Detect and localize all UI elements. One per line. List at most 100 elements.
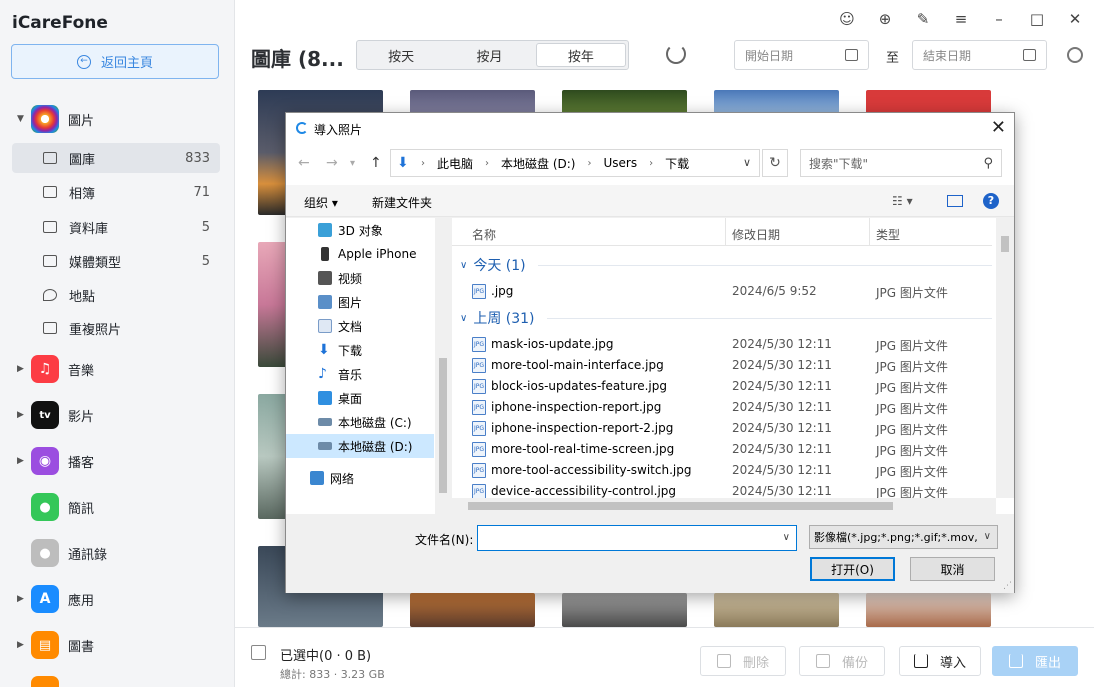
photo-thumbnail[interactable] [714,593,839,627]
help-icon[interactable]: ? [983,193,999,209]
backup-button[interactable]: 備份 [799,646,885,676]
chevron-down-icon[interactable]: ∨ [783,532,790,543]
sidebar-item-albums[interactable]: 相簿 71 [12,177,220,207]
segment-by-year[interactable]: 按年 [535,43,626,67]
nav-item-disk-c[interactable]: 本地磁盘 (C:) [286,410,436,434]
history-dropdown-icon[interactable]: ▾ [350,158,355,169]
scrollbar-thumb[interactable] [468,502,893,510]
refresh-icon[interactable]: ↻ [762,149,788,177]
file-row[interactable]: JPG more-tool-accessibility-switch.jpg 2… [472,460,992,481]
segment-by-day[interactable]: 按天 [357,41,445,69]
sidebar-item-media-types[interactable]: 媒體類型 5 [12,246,220,276]
filename-input[interactable]: ∨ [477,525,797,551]
nav-item-videos[interactable]: 视频 [286,266,436,290]
organize-menu[interactable]: 组织 ▾ [304,194,338,211]
import-button[interactable]: 導入 [899,646,981,676]
address-bar[interactable]: ⬇ › 此电脑 › 本地磁盘 (D:) › Users › 下载 ∨ [390,149,760,177]
nav-item-3d-objects[interactable]: 3D 对象 [286,218,436,242]
sidebar-section-apps[interactable]: ▶ A 應用 [0,584,235,614]
file-row[interactable]: JPG more-tool-real-time-screen.jpg 2024/… [472,439,992,460]
select-all-checkbox[interactable] [251,645,266,660]
sidebar-item-duplicates[interactable]: 重複照片 [12,313,220,343]
breadcrumb-downloads[interactable]: 下载 [665,155,689,172]
dialog-close-icon[interactable]: ✕ [991,117,1006,138]
gear-icon[interactable] [1067,47,1083,63]
nav-item-documents[interactable]: 文档 [286,314,436,338]
download-icon[interactable]: ⊕ [866,10,904,28]
nav-pane-scrollbar[interactable] [435,218,451,514]
start-date-field[interactable]: 開始日期 [734,40,869,70]
sidebar-section-videos[interactable]: ▶ tv 影片 [0,400,235,430]
home-button[interactable]: ← 返回主頁 [11,44,219,79]
chevron-down-icon[interactable]: ∨ [984,531,991,542]
menu-icon[interactable]: ≡ [942,10,980,28]
nav-item-disk-d[interactable]: 本地磁盘 (D:) [286,434,434,458]
sidebar-section-contacts[interactable]: ● 通訊錄 [0,538,235,568]
calendar-icon[interactable] [1023,49,1036,61]
file-list-horizontal-scrollbar[interactable] [452,498,996,514]
resize-grip-icon[interactable]: ⋰ [1003,581,1012,591]
close-icon[interactable]: ✕ [1056,10,1094,28]
search-icon[interactable]: ⚲ [983,156,993,171]
sidebar-item-library[interactable]: 圖庫 833 [12,143,220,173]
sidebar-item-database[interactable]: 資料庫 5 [12,212,220,242]
file-row[interactable]: JPG more-tool-main-interface.jpg 2024/5/… [472,355,992,376]
sidebar-item-places[interactable]: 地點 [12,280,220,310]
nav-item-iphone[interactable]: Apple iPhone [286,242,436,266]
photo-thumbnail[interactable] [410,593,535,627]
maximize-icon[interactable]: □ [1018,10,1056,28]
breadcrumb-separator-icon[interactable]: › [587,158,591,169]
nav-item-desktop[interactable]: 桌面 [286,386,436,410]
sidebar-section-music[interactable]: ▶ ♫ 音樂 [0,354,235,384]
sidebar-section-more[interactable] [0,676,235,687]
refresh-icon[interactable] [666,44,686,64]
preview-pane-icon[interactable] [947,195,963,207]
breadcrumb-this-pc[interactable]: 此电脑 [437,155,473,172]
nav-item-network[interactable]: 网络 [286,466,436,490]
search-input[interactable]: 搜索"下载" ⚲ [800,149,1002,177]
segment-by-month[interactable]: 按月 [445,41,533,69]
nav-item-pictures[interactable]: 图片 [286,290,436,314]
file-row[interactable]: JPG block-ios-updates-feature.jpg 2024/5… [472,376,992,397]
scrollbar-thumb[interactable] [439,358,447,493]
file-group-last-week[interactable]: ∨ 上周 (31) [460,308,992,328]
photo-thumbnail[interactable] [562,593,687,627]
breadcrumb-separator-icon[interactable]: › [485,158,489,169]
breadcrumb-users[interactable]: Users [603,156,637,170]
cancel-button[interactable]: 取消 [910,557,995,581]
end-date-field[interactable]: 結束日期 [912,40,1047,70]
feedback-icon[interactable]: ✎ [904,10,942,28]
chevron-down-icon[interactable]: ∨ [743,156,751,169]
column-header-date[interactable]: 修改日期 [732,226,780,243]
file-row[interactable]: JPG iphone-inspection-report-2.jpg 2024/… [472,418,992,439]
scrollbar-thumb[interactable] [1001,236,1009,252]
file-group-today[interactable]: ∨ 今天 (1) [460,255,992,275]
forward-arrow-icon[interactable]: → [326,155,338,171]
up-arrow-icon[interactable]: ↑ [370,155,382,171]
nav-item-downloads[interactable]: ⬇ 下载 [286,338,436,362]
column-divider[interactable] [725,218,726,246]
sidebar-section-podcasts[interactable]: ▶ ◉ 播客 [0,446,235,476]
open-button[interactable]: 打开(O) [810,557,895,581]
column-divider[interactable] [869,218,870,246]
minimize-icon[interactable]: – [980,10,1018,28]
user-icon[interactable]: ☺ [828,10,866,28]
calendar-icon[interactable] [845,49,858,61]
file-row[interactable]: JPG .jpg 2024/6/5 9:52 JPG 图片文件 [472,281,992,302]
file-row[interactable]: JPG iphone-inspection-report.jpg 2024/5/… [472,397,992,418]
sidebar-section-messages[interactable]: ● 簡訊 [0,492,235,522]
breadcrumb-separator-icon[interactable]: › [649,158,653,169]
view-options-icon[interactable]: ☷ ▾ [892,194,913,208]
export-button[interactable]: 匯出 [992,646,1078,676]
sidebar-section-books[interactable]: ▶ ▤ 圖書 [0,630,235,660]
column-header-type[interactable]: 类型 [876,226,900,243]
file-row[interactable]: JPG device-accessibility-control.jpg 202… [472,481,992,498]
file-type-select[interactable]: 影像檔(*.jpg;*.png;*.gif;*.mov, ∨ [809,525,998,549]
photo-thumbnail[interactable] [866,593,991,627]
column-header-name[interactable]: 名称 [472,226,496,243]
breadcrumb-separator-icon[interactable]: › [421,158,425,169]
breadcrumb-disk-d[interactable]: 本地磁盘 (D:) [501,155,575,172]
file-row[interactable]: JPG mask-ios-update.jpg 2024/5/30 12:11 … [472,334,992,355]
back-arrow-icon[interactable]: ← [298,155,310,171]
delete-button[interactable]: 刪除 [700,646,786,676]
